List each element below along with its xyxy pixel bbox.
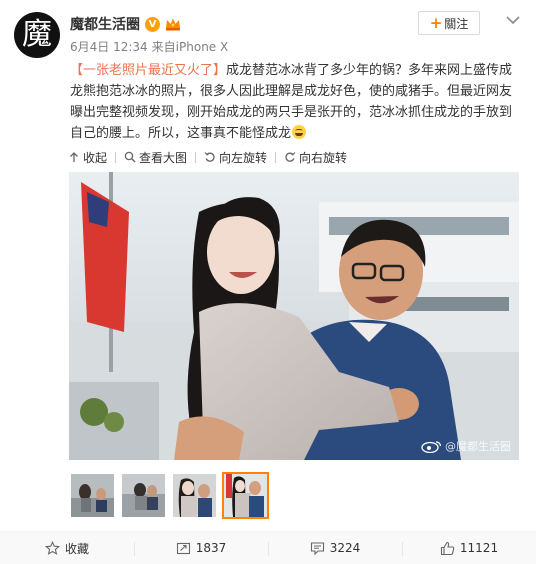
rotate-left-icon	[204, 151, 216, 163]
comment-count: 3224	[329, 541, 361, 555]
post-source: 来自iPhone X	[151, 40, 229, 54]
thumbnail-2[interactable]	[120, 472, 167, 519]
thumbnail-strip	[69, 472, 269, 519]
rotate-right-icon	[284, 151, 296, 163]
collapse-icon	[68, 151, 80, 163]
post-meta: 6月4日 12:34 来自iPhone X	[70, 38, 228, 55]
toolbar-divider	[275, 151, 277, 163]
collapse-button[interactable]: 收起	[68, 148, 112, 166]
favorite-label: 收藏	[64, 541, 89, 556]
avatar[interactable]: 魔	[14, 12, 60, 58]
name-row: 魔都生活圈 V	[70, 14, 181, 34]
comment-button[interactable]: 3224	[268, 532, 402, 564]
collapse-label: 收起	[83, 150, 108, 165]
action-bar: 收藏 1837 3224 11121	[0, 531, 536, 564]
main-photo[interactable]: @魔都生活圈	[69, 172, 519, 460]
like-button[interactable]: 11121	[402, 532, 536, 564]
rotate-right-label: 向右旋转	[299, 150, 348, 165]
username[interactable]: 魔都生活圈	[70, 14, 140, 34]
chevron-down-icon[interactable]	[503, 12, 523, 26]
thumbnail-1[interactable]	[69, 472, 116, 519]
zoom-icon	[124, 151, 136, 163]
like-count: 11121	[459, 541, 499, 555]
photo-watermark: @魔都生活圈	[421, 438, 511, 454]
toolbar-divider	[195, 151, 197, 163]
follow-button-label: 關注	[444, 16, 469, 31]
laugh-emoji-icon	[292, 125, 307, 139]
plus-icon: +	[429, 13, 443, 32]
view-large-button[interactable]: 查看大图	[124, 148, 192, 166]
weibo-logo-icon	[421, 439, 443, 453]
repost-button[interactable]: 1837	[134, 532, 268, 564]
toolbar-divider	[115, 151, 117, 163]
post-text: 【一张老照片最近又火了】成龙替范冰冰背了多少年的锅？多年来网上盛传成龙熊抱范冰冰…	[70, 60, 520, 144]
thumbnail-3[interactable]	[171, 472, 218, 519]
thumbnail-4-active[interactable]	[222, 472, 269, 519]
star-icon	[44, 540, 60, 556]
view-large-label: 查看大图	[139, 150, 188, 165]
rotate-left-button[interactable]: 向左旋转	[204, 148, 272, 166]
follow-button[interactable]: + 關注	[418, 11, 480, 35]
favorite-button[interactable]: 收藏	[0, 532, 134, 564]
repost-count: 1837	[195, 541, 227, 555]
watermark-text: @魔都生活圈	[445, 440, 511, 453]
v-verified-icon: V	[145, 16, 160, 32]
media-toolbar: 收起 查看大图 向左旋转 向右旋转	[68, 148, 352, 166]
crown-icon	[165, 17, 181, 31]
comment-icon	[310, 541, 325, 556]
like-icon	[440, 541, 455, 556]
post-timestamp[interactable]: 6月4日 12:34	[70, 38, 148, 55]
repost-icon	[176, 541, 191, 556]
post-topic[interactable]: 【一张老照片最近又火了】	[70, 63, 226, 78]
rotate-right-button[interactable]: 向右旋转	[284, 148, 352, 166]
rotate-left-label: 向左旋转	[219, 150, 268, 165]
